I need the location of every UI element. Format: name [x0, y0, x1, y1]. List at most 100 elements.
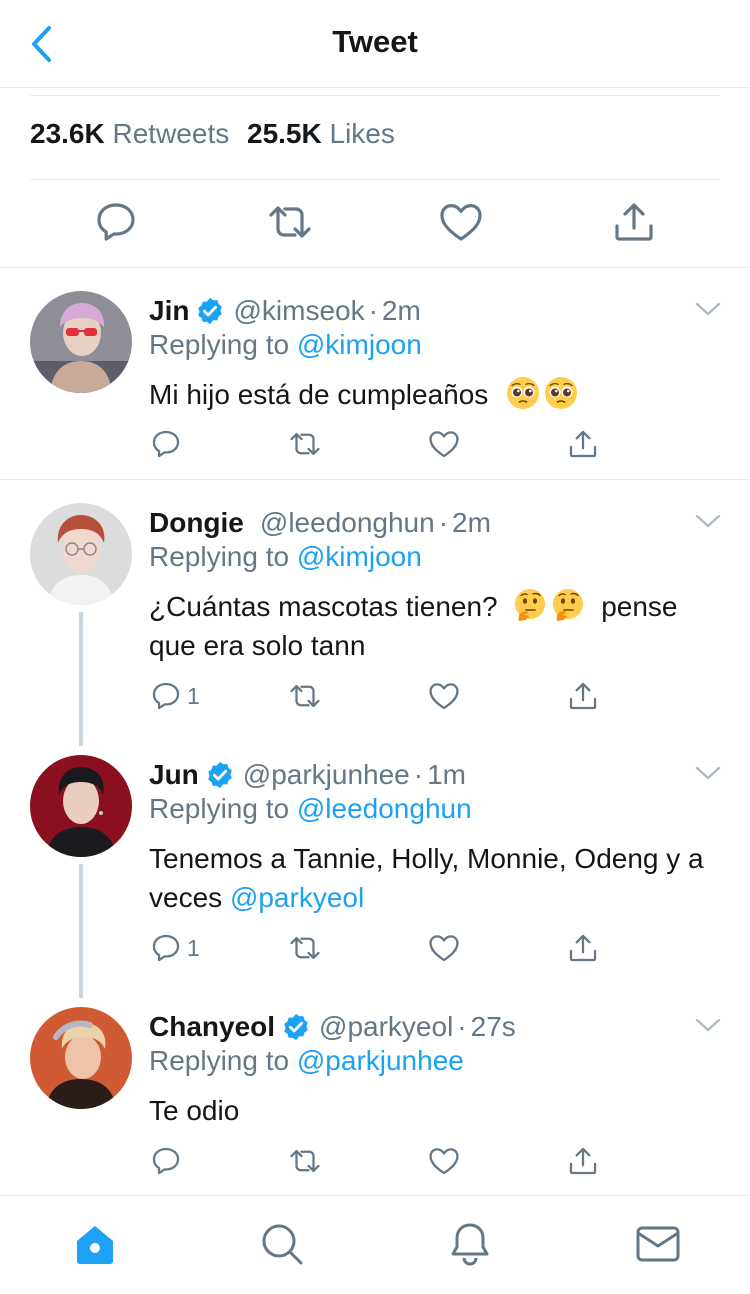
divider [0, 267, 750, 268]
reply-tweet[interactable]: Dongie @leedonghun · 2m Replying to @kim… [0, 503, 750, 733]
reply-button[interactable]: 1 [149, 676, 200, 716]
display-name[interactable]: Dongie [149, 507, 244, 539]
avatar[interactable] [30, 503, 132, 605]
tweet-stats: 23.6K Retweets 25.5K Likes [30, 118, 395, 150]
reply-button[interactable]: 1 [149, 928, 200, 968]
like-button[interactable] [427, 1141, 461, 1181]
tweet-header: Jun @parkjunhee · 1m [149, 755, 466, 795]
reply-count: 1 [187, 682, 200, 709]
share-icon [566, 931, 600, 965]
tweet-actions [149, 424, 609, 464]
retweet-button[interactable] [288, 928, 322, 968]
user-handle[interactable]: @leedonghun [260, 507, 435, 539]
tweet-text: Mi hijo está de cumpleaños [149, 375, 719, 414]
user-handle[interactable]: @parkjunhee [243, 759, 410, 791]
like-button[interactable] [427, 676, 461, 716]
share-button[interactable] [610, 196, 658, 248]
user-handle[interactable]: @parkyeol [319, 1011, 453, 1043]
like-button[interactable] [427, 424, 461, 464]
reply-button[interactable] [149, 424, 187, 464]
retweets-stat[interactable]: 23.6K Retweets [30, 118, 229, 149]
timestamp: 1m [427, 759, 466, 790]
verified-badge-icon [281, 1012, 311, 1042]
divider [30, 95, 720, 96]
reply-button[interactable] [92, 196, 140, 248]
timestamp: 2m [452, 507, 491, 538]
like-button[interactable] [437, 196, 485, 248]
replying-to-mention[interactable]: @kimjoon [297, 329, 422, 360]
reply-button[interactable] [149, 1141, 187, 1181]
share-button[interactable] [566, 1141, 600, 1181]
timestamp: 27s [470, 1011, 516, 1042]
replying-to-mention[interactable]: @leedonghun [297, 793, 472, 824]
reply-tweet[interactable]: Chanyeol @parkyeol · 27s Replying to @pa… [0, 1007, 750, 1187]
reply-tweet[interactable]: Jin @kimseok · 2m Replying to @kimjoon M… [0, 291, 750, 471]
display-name[interactable]: Jun [149, 759, 199, 791]
avatar[interactable] [30, 1007, 132, 1109]
tweet-text: Te odio [149, 1091, 719, 1130]
replying-to-mention[interactable]: @parkjunhee [297, 1045, 464, 1076]
reply-tweet[interactable]: Jun @parkjunhee · 1m Replying to @leedon… [0, 755, 750, 985]
chevron-down-icon [694, 511, 722, 531]
replying-to-label: Replying to [149, 1045, 290, 1076]
retweet-button[interactable] [288, 424, 322, 464]
tweet-header: Dongie @leedonghun · 2m [149, 503, 491, 543]
chevron-down-icon [694, 1015, 722, 1035]
user-handle[interactable]: @kimseok [233, 295, 364, 327]
retweet-button[interactable] [266, 196, 314, 248]
more-options-button[interactable] [694, 299, 722, 319]
divider [0, 479, 750, 480]
tab-notifications[interactable] [446, 1220, 494, 1268]
bottom-tab-bar [0, 1195, 750, 1294]
replying-to-mention[interactable]: @kimjoon [297, 541, 422, 572]
thinking-face-emoji-icon [513, 588, 547, 622]
avatar[interactable] [30, 291, 132, 393]
more-options-button[interactable] [694, 511, 722, 531]
search-icon [262, 1224, 303, 1265]
like-button[interactable] [427, 928, 461, 968]
like-icon [427, 427, 461, 461]
retweet-icon [288, 679, 322, 713]
replying-to: Replying to @kimjoon [149, 541, 422, 573]
share-icon [566, 427, 600, 461]
avatar[interactable] [30, 755, 132, 857]
replying-to: Replying to @kimjoon [149, 329, 422, 361]
inline-mention[interactable]: @parkyeol [230, 882, 364, 913]
display-name[interactable]: Chanyeol [149, 1011, 275, 1043]
share-button[interactable] [566, 424, 600, 464]
share-button[interactable] [566, 928, 600, 968]
tweet-text-content: Mi hijo está de cumpleaños [149, 379, 489, 410]
tweet-text: ¿Cuántas mascotas tienen? pense que era … [149, 587, 719, 665]
top-bar: Tweet [0, 0, 750, 88]
tab-search[interactable] [258, 1220, 306, 1268]
separator: · [368, 295, 378, 326]
likes-count: 25.5K [247, 118, 322, 149]
tab-messages[interactable] [634, 1220, 682, 1268]
tweet-text-content: ¿Cuántas mascotas tienen? [149, 591, 498, 622]
chevron-down-icon [694, 299, 722, 319]
like-icon [437, 196, 485, 248]
tweet-text: Tenemos a Tannie, Holly, Monnie, Odeng y… [149, 839, 719, 917]
retweet-icon [266, 196, 314, 248]
separator: · [457, 1011, 467, 1042]
retweet-button[interactable] [288, 1141, 322, 1181]
tab-home[interactable] [71, 1220, 119, 1268]
like-icon [427, 1144, 461, 1178]
separator: · [438, 507, 449, 538]
more-options-button[interactable] [694, 1015, 722, 1035]
retweet-button[interactable] [288, 676, 322, 716]
likes-label: Likes [329, 118, 395, 149]
share-button[interactable] [566, 676, 600, 716]
display-name[interactable]: Jin [149, 295, 189, 327]
replying-to-label: Replying to [149, 793, 290, 824]
divider [30, 179, 720, 180]
page-title: Tweet [332, 24, 418, 59]
replying-to: Replying to @parkjunhee [149, 1045, 464, 1077]
like-icon [427, 931, 461, 965]
replying-to-label: Replying to [149, 329, 290, 360]
retweets-count: 23.6K [30, 118, 105, 149]
timestamp: 2m [381, 295, 421, 326]
likes-stat[interactable]: 25.5K Likes [247, 118, 395, 149]
more-options-button[interactable] [694, 763, 722, 783]
reply-icon [92, 196, 140, 248]
